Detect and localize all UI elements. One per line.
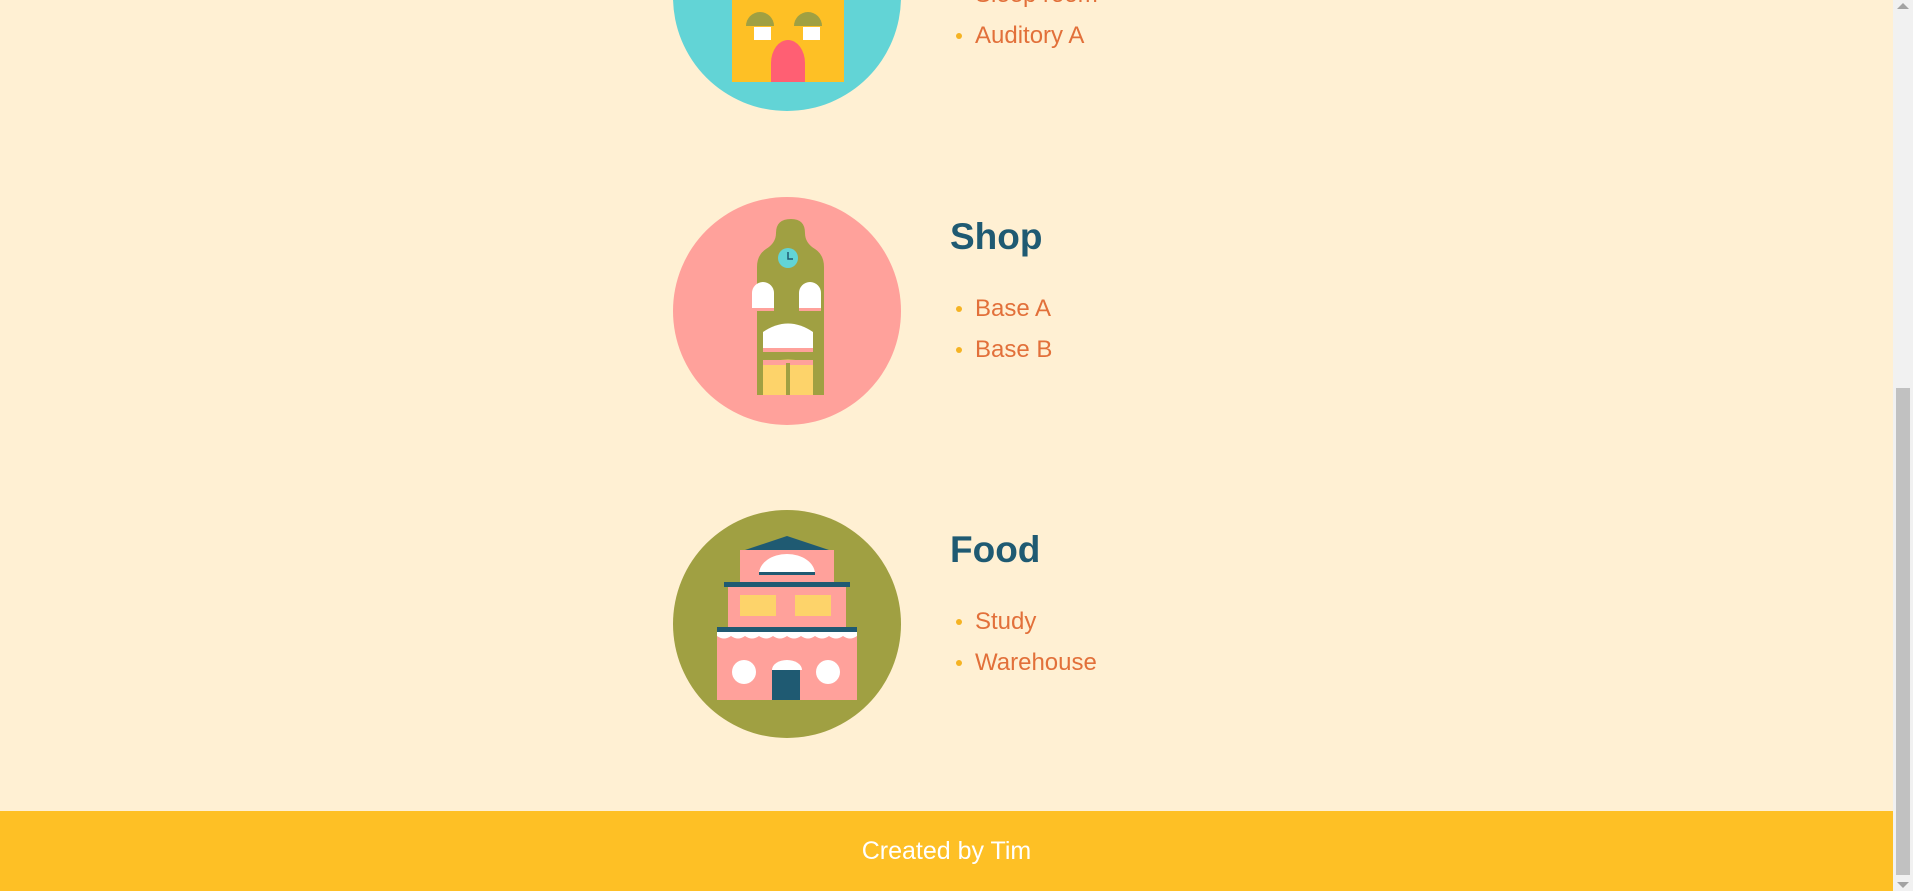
section-item-list: Sleep room Auditory A: [950, 0, 1098, 56]
section-shop: Shop Base A Base B: [673, 197, 1373, 425]
list-item: Warehouse: [950, 642, 1097, 683]
section-circle: [673, 0, 901, 111]
page: Sleep room Auditory A Shop: [0, 0, 1893, 891]
bullet-icon: [956, 306, 962, 312]
scrollbar-thumb[interactable]: [1896, 388, 1910, 875]
section-title: Food: [950, 529, 1041, 570]
bullet-icon: [956, 660, 962, 666]
bullet-icon: [956, 33, 962, 39]
vertical-scrollbar[interactable]: [1893, 0, 1913, 891]
section-food: Food Study Warehouse: [673, 510, 1373, 738]
list-item: Sleep room: [950, 0, 1098, 15]
section-title: Shop: [950, 216, 1043, 257]
yellow-building-icon: [732, 0, 844, 82]
scroll-up-arrow-icon[interactable]: [1897, 3, 1909, 9]
footer-credit: Created by Tim: [861, 837, 1032, 865]
list-item: Base B: [950, 329, 1052, 370]
section-item-list: Study Warehouse: [950, 601, 1097, 683]
section-building-1: Sleep room Auditory A: [673, 0, 1373, 111]
list-item: Study: [950, 601, 1097, 642]
section-item-list: Base A Base B: [950, 288, 1052, 370]
bullet-icon: [956, 347, 962, 353]
scroll-down-arrow-icon[interactable]: [1897, 882, 1909, 888]
footer: Created by Tim: [0, 811, 1893, 891]
clock-tower-building-icon: [752, 219, 824, 395]
section-circle: [673, 197, 901, 425]
list-item: Auditory A: [950, 15, 1098, 56]
pink-building-icon: [717, 536, 857, 700]
section-circle: [673, 510, 901, 738]
list-item: Base A: [950, 288, 1052, 329]
bullet-icon: [956, 619, 962, 625]
